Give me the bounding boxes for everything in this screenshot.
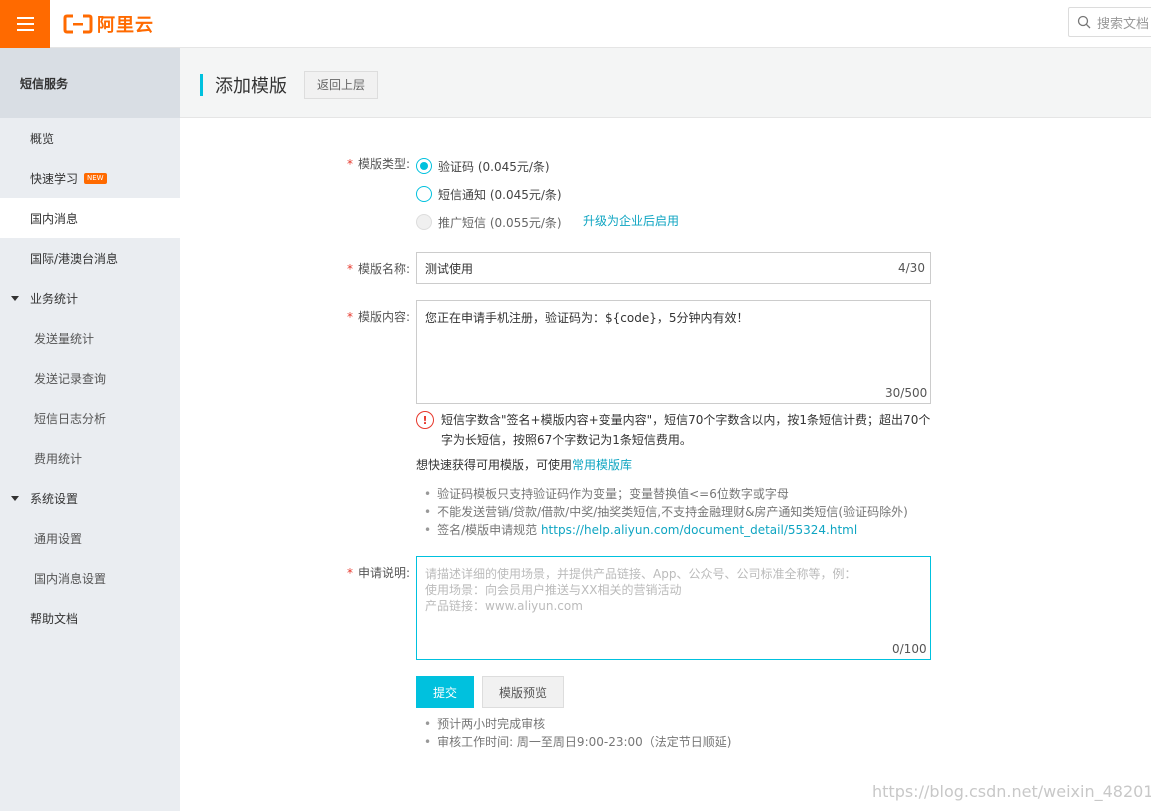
sidebar-item-overview[interactable]: 概览	[0, 118, 180, 158]
top-bar: 阿里云 搜索文档	[0, 0, 1151, 48]
warning-text: 短信字数含"签名+模版内容+变量内容"，短信70个字数含以内，按1条短信计费；超…	[441, 413, 931, 447]
sidebar-item-send-volume[interactable]: 发送量统计	[0, 318, 180, 358]
hamburger-icon	[16, 17, 34, 31]
sidebar-item-label: 发送记录查询	[34, 371, 107, 386]
aliyun-logo-icon	[63, 14, 93, 34]
sidebar-item-domestic-settings[interactable]: 国内消息设置	[0, 558, 180, 598]
spec-doc-link[interactable]: https://help.aliyun.com/document_detail/…	[541, 523, 857, 537]
radio-sms-notification[interactable]: 短信通知 (0.045元/条)	[416, 184, 562, 204]
sidebar-item-label: 通用设置	[34, 531, 83, 546]
rule-text: 签名/模版申请规范	[437, 523, 538, 537]
template-type-label: * 模版类型:	[347, 155, 410, 172]
sidebar-item-label: 国际/港澳台消息	[30, 251, 119, 266]
sidebar-item-send-records[interactable]: 发送记录查询	[0, 358, 180, 398]
label-text: 模版名称:	[358, 262, 411, 276]
sidebar-item-label: 国内消息设置	[34, 571, 107, 586]
required-mark: *	[347, 157, 353, 171]
watermark: https://blog.csdn.net/weixin_48201571	[872, 782, 1151, 801]
template-name-input[interactable]: 测试使用	[416, 252, 931, 284]
textarea-value: 您正在申请手机注册，验证码为：${code}，5分钟内有效！	[425, 311, 749, 325]
search-icon	[1077, 15, 1091, 29]
sidebar-item-general-settings[interactable]: 通用设置	[0, 518, 180, 558]
label-text: 申请说明:	[358, 566, 411, 580]
sidebar-item-international-messages[interactable]: 国际/港澳台消息	[0, 238, 180, 278]
content-char-counter: 30/500	[885, 386, 928, 400]
sidebar-item-label: 概览	[30, 131, 55, 146]
radio-unchecked-icon	[416, 186, 432, 202]
list-item: 不能发送营销/贷款/借款/中奖/抽奖类短信,不支持金融理财&房产通知类短信(验证…	[424, 503, 908, 521]
sidebar-item-label: 费用统计	[34, 451, 83, 466]
upgrade-enterprise-link[interactable]: 升级为企业后启用	[583, 212, 679, 229]
back-button[interactable]: 返回上层	[304, 71, 379, 99]
sidebar-item-cost-stats[interactable]: 费用统计	[0, 438, 180, 478]
template-content-label: * 模版内容:	[347, 308, 410, 325]
tip-text: 想快速获得可用模版，可使用	[416, 458, 573, 472]
new-badge: NEW	[84, 172, 107, 184]
list-item: 验证码模板只支持验证码作为变量；变量替换值<=6位数字或字母	[424, 485, 908, 503]
label-text: 模版内容:	[358, 310, 411, 324]
sidebar-group-business-stats[interactable]: 业务统计	[0, 278, 180, 318]
application-desc-label: * 申请说明:	[347, 564, 410, 581]
list-item: 签名/模版申请规范 https://help.aliyun.com/docume…	[424, 521, 908, 539]
note-text: 审核工作时间: 周一至周日9:00-23:00（法定节日顺延)	[437, 735, 732, 749]
page-title: 添加模版	[215, 76, 287, 97]
sidebar-item-quick-learn[interactable]: 快速学习 NEW	[0, 158, 180, 198]
submit-button[interactable]: 提交	[416, 676, 474, 708]
sidebar-item-label: 帮助文档	[30, 611, 79, 626]
sidebar-item-label: 国内消息	[30, 211, 79, 226]
textarea-placeholder: 请描述详细的使用场景，并提供产品链接、App、公众号、公司标准全称等，例： 使用…	[425, 567, 857, 613]
application-desc-textarea[interactable]: 请描述详细的使用场景，并提供产品链接、App、公众号、公司标准全称等，例： 使用…	[416, 556, 931, 660]
page-header: 添加模版 返回上层	[180, 48, 1151, 118]
template-rules-list: 验证码模板只支持验证码作为变量；变量替换值<=6位数字或字母 不能发送营销/贷款…	[424, 485, 908, 539]
radio-label: 短信通知 (0.045元/条)	[438, 187, 562, 202]
note-text: 预计两小时完成审核	[437, 717, 546, 731]
label-text: 模版类型:	[358, 157, 411, 171]
sidebar-item-label: 发送量统计	[34, 331, 95, 346]
sidebar-item-log-analysis[interactable]: 短信日志分析	[0, 398, 180, 438]
radio-checked-icon	[416, 158, 432, 174]
template-name-label: * 模版名称:	[347, 260, 410, 277]
logo-text: 阿里云	[97, 15, 154, 36]
sidebar-group-system-settings[interactable]: 系统设置	[0, 478, 180, 518]
sidebar-item-label: 短信日志分析	[34, 411, 107, 426]
radio-disabled-icon	[416, 214, 432, 230]
radio-promotion-sms: 推广短信 (0.055元/条)	[416, 212, 562, 232]
sidebar-item-label: 快速学习	[30, 171, 79, 186]
list-item: 预计两小时完成审核	[424, 715, 731, 733]
required-mark: *	[347, 310, 353, 324]
sidebar-item-label: 系统设置	[30, 491, 79, 506]
top-search-input[interactable]: 搜索文档	[1068, 7, 1151, 37]
length-warning: ! 短信字数含"签名+模版内容+变量内容"，短信70个字数含以内，按1条短信计费…	[416, 410, 936, 450]
input-value: 测试使用	[425, 261, 474, 276]
review-notes-list: 预计两小时完成审核 审核工作时间: 周一至周日9:00-23:00（法定节日顺延…	[424, 715, 731, 751]
required-mark: *	[347, 262, 353, 276]
aliyun-logo[interactable]: 阿里云	[63, 12, 154, 36]
caret-down-icon	[11, 295, 19, 301]
template-preview-button[interactable]: 模版预览	[482, 676, 564, 708]
template-library-link[interactable]: 常用模版库	[572, 458, 632, 472]
template-content-textarea[interactable]: 您正在申请手机注册，验证码为：${code}，5分钟内有效！	[416, 300, 931, 404]
caret-down-icon	[11, 495, 19, 501]
sidebar-item-label: 业务统计	[30, 291, 79, 306]
required-mark: *	[347, 566, 353, 580]
title-accent-bar	[200, 74, 203, 96]
list-item: 审核工作时间: 周一至周日9:00-23:00（法定节日顺延)	[424, 733, 731, 751]
sidebar-item-help-docs[interactable]: 帮助文档	[0, 598, 180, 638]
radio-label: 验证码 (0.045元/条)	[438, 159, 550, 174]
radio-verification-code[interactable]: 验证码 (0.045元/条)	[416, 156, 550, 176]
sidebar-title: 短信服务	[0, 48, 180, 118]
rule-text: 不能发送营销/贷款/借款/中奖/抽奖类短信,不支持金融理财&房产通知类短信(验证…	[437, 505, 908, 519]
warning-icon: !	[416, 411, 434, 429]
name-char-counter: 4/30	[898, 261, 925, 275]
desc-char-counter: 0/100	[892, 642, 927, 656]
sidebar-item-domestic-messages[interactable]: 国内消息	[0, 198, 180, 238]
search-placeholder: 搜索文档	[1097, 16, 1150, 32]
template-library-tip: 想快速获得可用模版，可使用常用模版库	[416, 456, 632, 473]
rule-text: 验证码模板只支持验证码作为变量；变量替换值<=6位数字或字母	[437, 487, 789, 501]
menu-toggle-button[interactable]	[0, 0, 50, 48]
sidebar: 短信服务 概览 快速学习 NEW 国内消息 国际/港澳台消息 业务统计 发送量统计…	[0, 48, 180, 811]
radio-label: 推广短信 (0.055元/条)	[438, 215, 562, 230]
